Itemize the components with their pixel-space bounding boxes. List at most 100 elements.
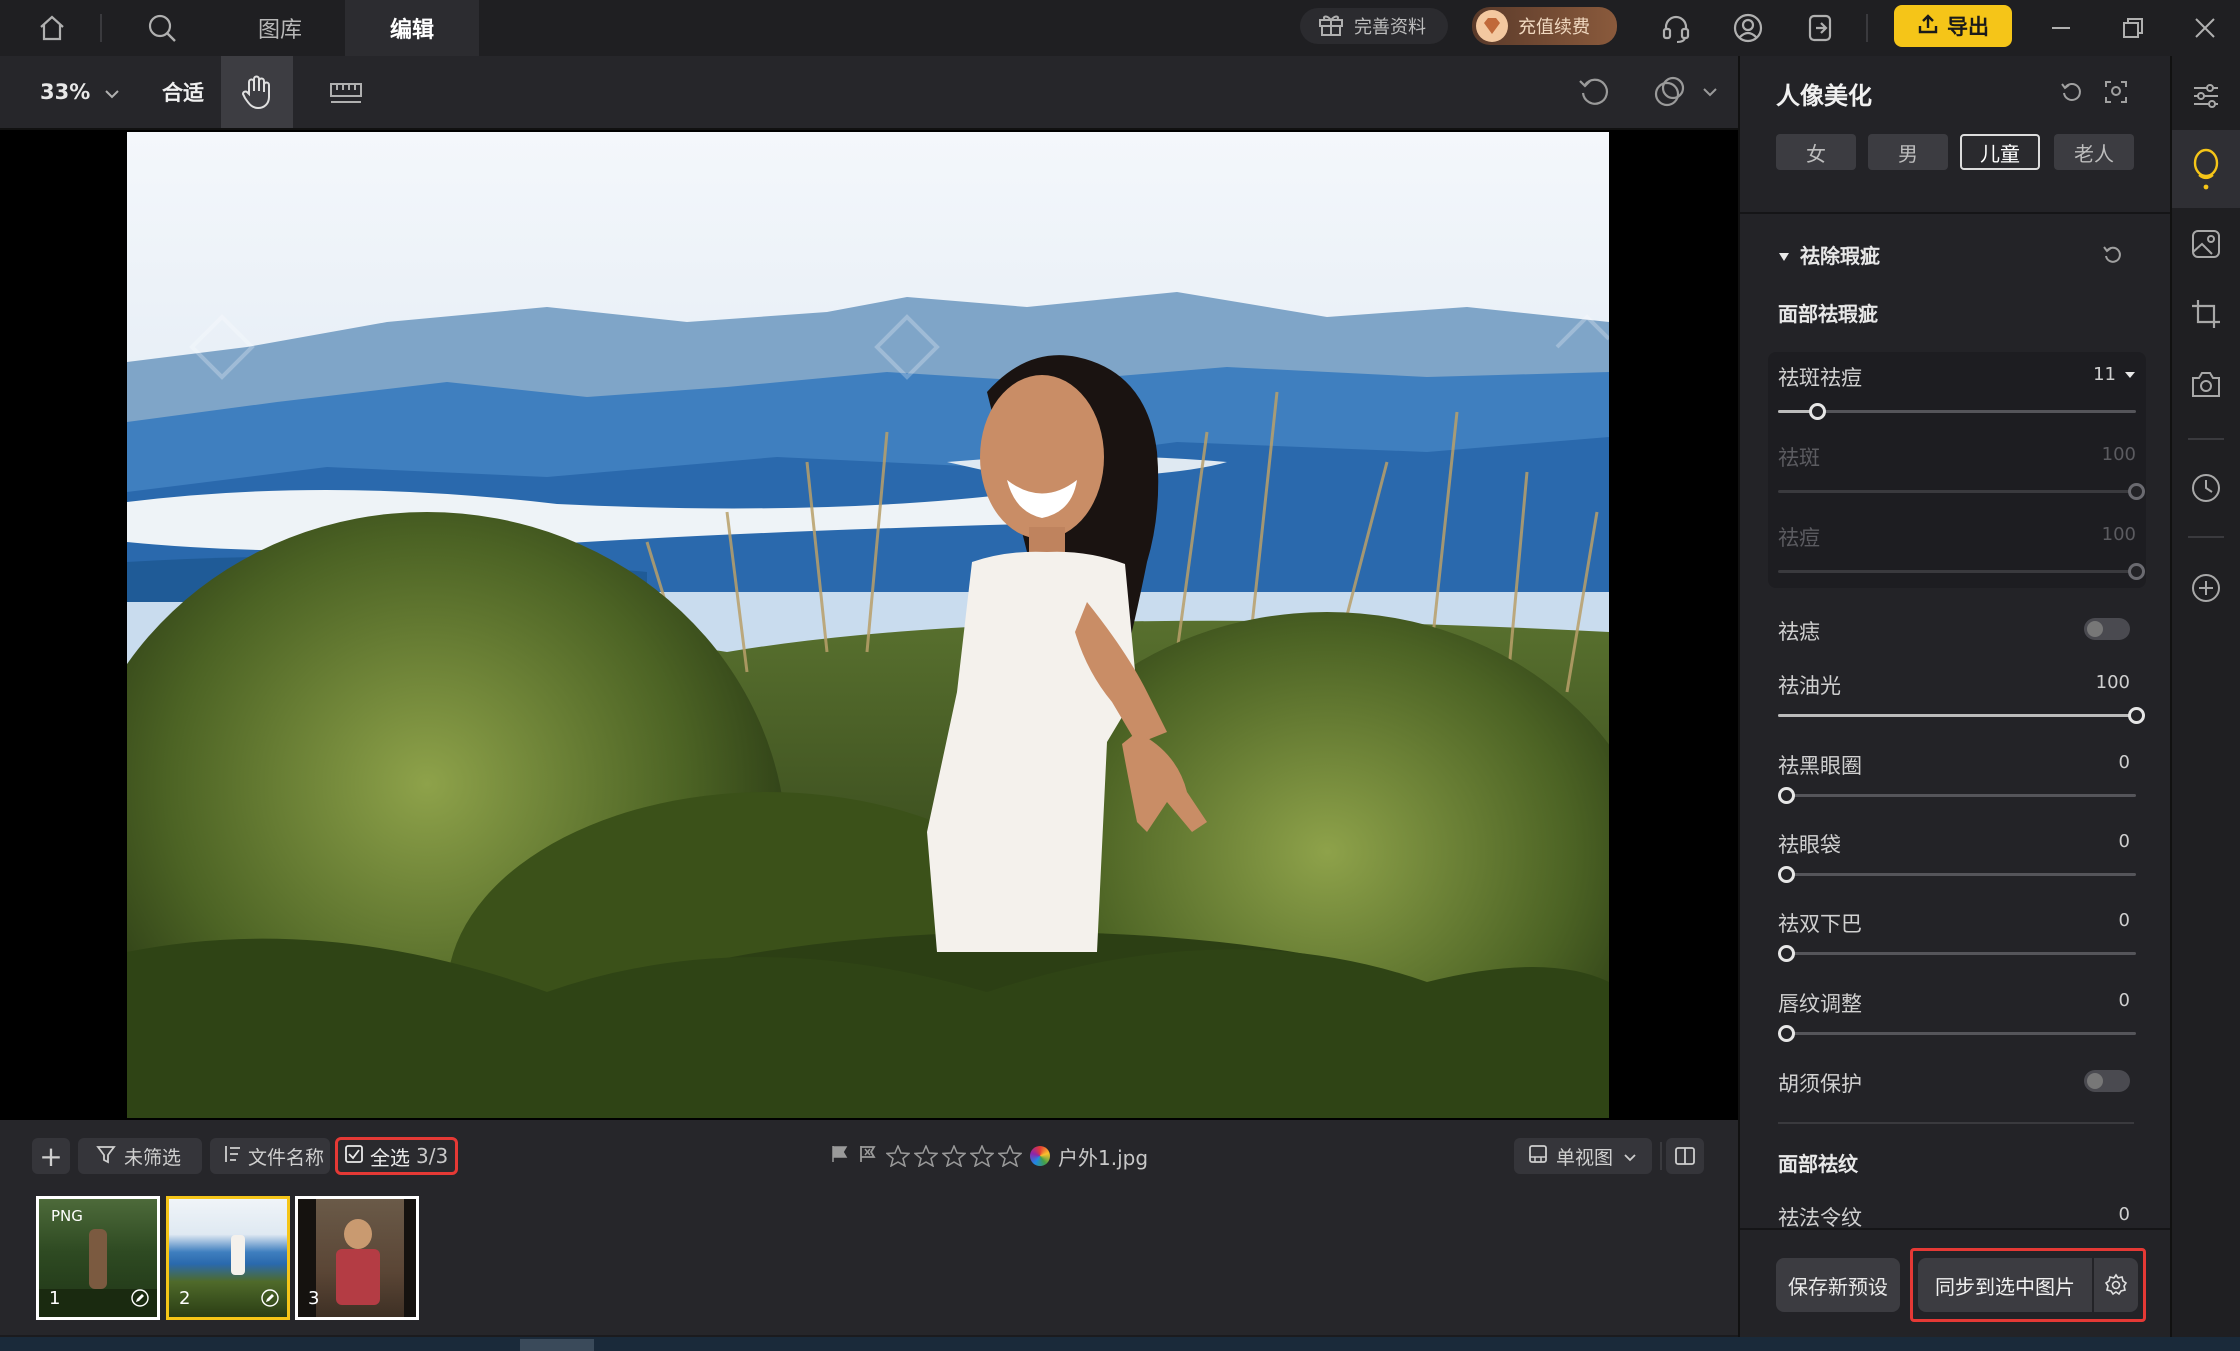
rotate-icon[interactable] bbox=[1572, 56, 1616, 128]
eye-bags-value: 0 bbox=[2118, 831, 2130, 852]
spot-acne-value-dropdown[interactable]: 11 bbox=[2093, 364, 2136, 385]
slider-knob[interactable] bbox=[1778, 945, 1795, 962]
dark-circles-slider[interactable] bbox=[1778, 787, 2136, 804]
sort-icon bbox=[222, 1144, 242, 1169]
ruler-icon[interactable] bbox=[310, 56, 382, 128]
overlay-icon[interactable] bbox=[1648, 56, 1692, 128]
single-view-icon bbox=[1528, 1144, 1548, 1169]
slider-knob bbox=[2128, 483, 2145, 500]
dark-circles-value: 0 bbox=[2118, 752, 2130, 773]
lip-lines-label: 唇纹调整 bbox=[1778, 992, 1862, 1016]
double-chin-slider[interactable] bbox=[1778, 945, 2136, 962]
add-circle-icon[interactable] bbox=[2172, 556, 2240, 620]
gender-female[interactable]: 女 bbox=[1776, 134, 1856, 170]
gift-icon bbox=[1318, 12, 1344, 41]
exit-icon[interactable] bbox=[1800, 10, 1840, 46]
nasolabial-value: 0 bbox=[2118, 1204, 2130, 1225]
edited-pencil-icon bbox=[261, 1289, 279, 1311]
png-badge: PNG bbox=[51, 1207, 83, 1225]
reset-icon[interactable] bbox=[2056, 76, 2088, 108]
caret-down-icon bbox=[2125, 371, 2135, 378]
thumbnail-3[interactable]: 3 bbox=[295, 1196, 419, 1320]
upload-icon bbox=[1917, 13, 1939, 40]
adjust-sliders-icon[interactable] bbox=[2172, 64, 2240, 128]
rating-stars[interactable] bbox=[886, 1145, 1022, 1167]
fit-button[interactable]: 合适 bbox=[162, 56, 204, 128]
image-edit-icon[interactable] bbox=[2172, 212, 2240, 276]
caret-down-icon bbox=[1778, 243, 1790, 267]
slider-knob[interactable] bbox=[1778, 787, 1795, 804]
color-label-icon[interactable] bbox=[1030, 1146, 1050, 1166]
double-chin-value: 0 bbox=[2118, 910, 2130, 931]
save-preset-button[interactable]: 保存新预设 bbox=[1776, 1258, 1900, 1312]
taskbar-indicator bbox=[520, 1339, 594, 1351]
thumbnail-2[interactable]: 2 bbox=[166, 1196, 290, 1320]
user-icon[interactable] bbox=[1728, 10, 1768, 46]
image-canvas[interactable] bbox=[0, 130, 1738, 1120]
section-remove-blemish[interactable]: 祛除瑕疵 bbox=[1778, 240, 1880, 269]
history-clock-icon[interactable] bbox=[2172, 456, 2240, 520]
gender-elderly[interactable]: 老人 bbox=[2054, 134, 2134, 170]
restore-icon[interactable] bbox=[2114, 10, 2152, 46]
select-all-button[interactable]: 全选 3/3 bbox=[335, 1137, 458, 1175]
mole-label: 祛痣 bbox=[1778, 620, 1820, 644]
headset-icon[interactable] bbox=[1656, 10, 1696, 46]
flag-icon[interactable] bbox=[830, 1144, 850, 1168]
chevron-down-icon bbox=[104, 80, 120, 104]
complete-profile-button[interactable]: 完善资料 bbox=[1300, 8, 1448, 44]
slider-track[interactable] bbox=[1778, 403, 2136, 420]
eye-bags-slider[interactable] bbox=[1778, 866, 2136, 883]
face-detect-icon[interactable] bbox=[2100, 76, 2132, 108]
hand-tool-icon[interactable] bbox=[221, 56, 293, 128]
slider-knob bbox=[2128, 563, 2145, 580]
portrait-beauty-panel: 人像美化 女 男 儿童 老人 祛除瑕疵 面部祛瑕疵 祛斑祛痘 11 祛斑 100… bbox=[1738, 56, 2172, 1351]
add-button[interactable]: + bbox=[32, 1138, 70, 1174]
panel-title: 人像美化 bbox=[1776, 82, 1872, 110]
beard-label: 胡须保护 bbox=[1778, 1072, 1862, 1096]
slider-knob[interactable] bbox=[2128, 707, 2145, 724]
file-info-bar: 户外1.jpg bbox=[830, 1138, 1148, 1174]
view-mode-select[interactable]: 单视图 bbox=[1514, 1138, 1652, 1174]
os-taskbar bbox=[0, 1337, 2240, 1351]
search-icon[interactable] bbox=[140, 10, 184, 46]
export-button[interactable]: 导出 bbox=[1894, 5, 2012, 47]
beard-toggle[interactable] bbox=[2084, 1070, 2130, 1092]
tab-edit[interactable]: 编辑 bbox=[345, 0, 479, 56]
thumbnail-1[interactable]: PNG 1 bbox=[36, 1196, 160, 1320]
slider-knob[interactable] bbox=[1809, 403, 1827, 420]
dark-circles-label: 祛黑眼圈 bbox=[1778, 754, 1862, 778]
chevron-down-icon[interactable] bbox=[1696, 56, 1724, 128]
slider-track bbox=[1778, 483, 2145, 500]
mole-toggle[interactable] bbox=[2084, 618, 2130, 640]
gender-male[interactable]: 男 bbox=[1868, 134, 1948, 170]
filter-button[interactable]: 未筛选 bbox=[78, 1138, 202, 1174]
home-icon[interactable] bbox=[30, 10, 74, 46]
slider-knob[interactable] bbox=[1778, 866, 1795, 883]
sync-settings-icon[interactable] bbox=[2094, 1258, 2138, 1312]
chevron-down-icon bbox=[1623, 1145, 1637, 1167]
gem-icon bbox=[1476, 10, 1508, 42]
reject-flag-icon[interactable] bbox=[858, 1144, 878, 1168]
minimize-icon[interactable] bbox=[2042, 10, 2080, 46]
crop-icon[interactable] bbox=[2172, 282, 2240, 346]
sort-button[interactable]: 文件名称 bbox=[210, 1138, 330, 1174]
close-icon[interactable] bbox=[2186, 10, 2224, 46]
edited-photo bbox=[127, 132, 1609, 1118]
zoom-select[interactable]: 33% bbox=[40, 56, 120, 128]
subsection-face-blemish: 面部祛瑕疵 bbox=[1778, 302, 1878, 326]
camera-icon[interactable] bbox=[2172, 352, 2240, 416]
tab-gallery[interactable]: 图库 bbox=[215, 0, 345, 56]
sync-to-selected-button[interactable]: 同步到选中图片 bbox=[1918, 1258, 2092, 1312]
portrait-beauty-icon[interactable] bbox=[2172, 130, 2240, 208]
thumbnail-number: 2 bbox=[179, 1288, 191, 1309]
recharge-button[interactable]: 充值续费 bbox=[1472, 7, 1617, 45]
slider-knob[interactable] bbox=[1778, 1025, 1795, 1042]
section-reset-icon[interactable] bbox=[2098, 240, 2128, 270]
oil-slider[interactable] bbox=[1778, 707, 2145, 724]
gender-child[interactable]: 儿童 bbox=[1960, 134, 2040, 170]
lip-lines-value: 0 bbox=[2118, 990, 2130, 1011]
lip-lines-slider[interactable] bbox=[1778, 1025, 2136, 1042]
compare-view-button[interactable] bbox=[1666, 1138, 1704, 1174]
thumbnail-number: 3 bbox=[308, 1288, 320, 1309]
eye-bags-label: 祛眼袋 bbox=[1778, 833, 1841, 857]
